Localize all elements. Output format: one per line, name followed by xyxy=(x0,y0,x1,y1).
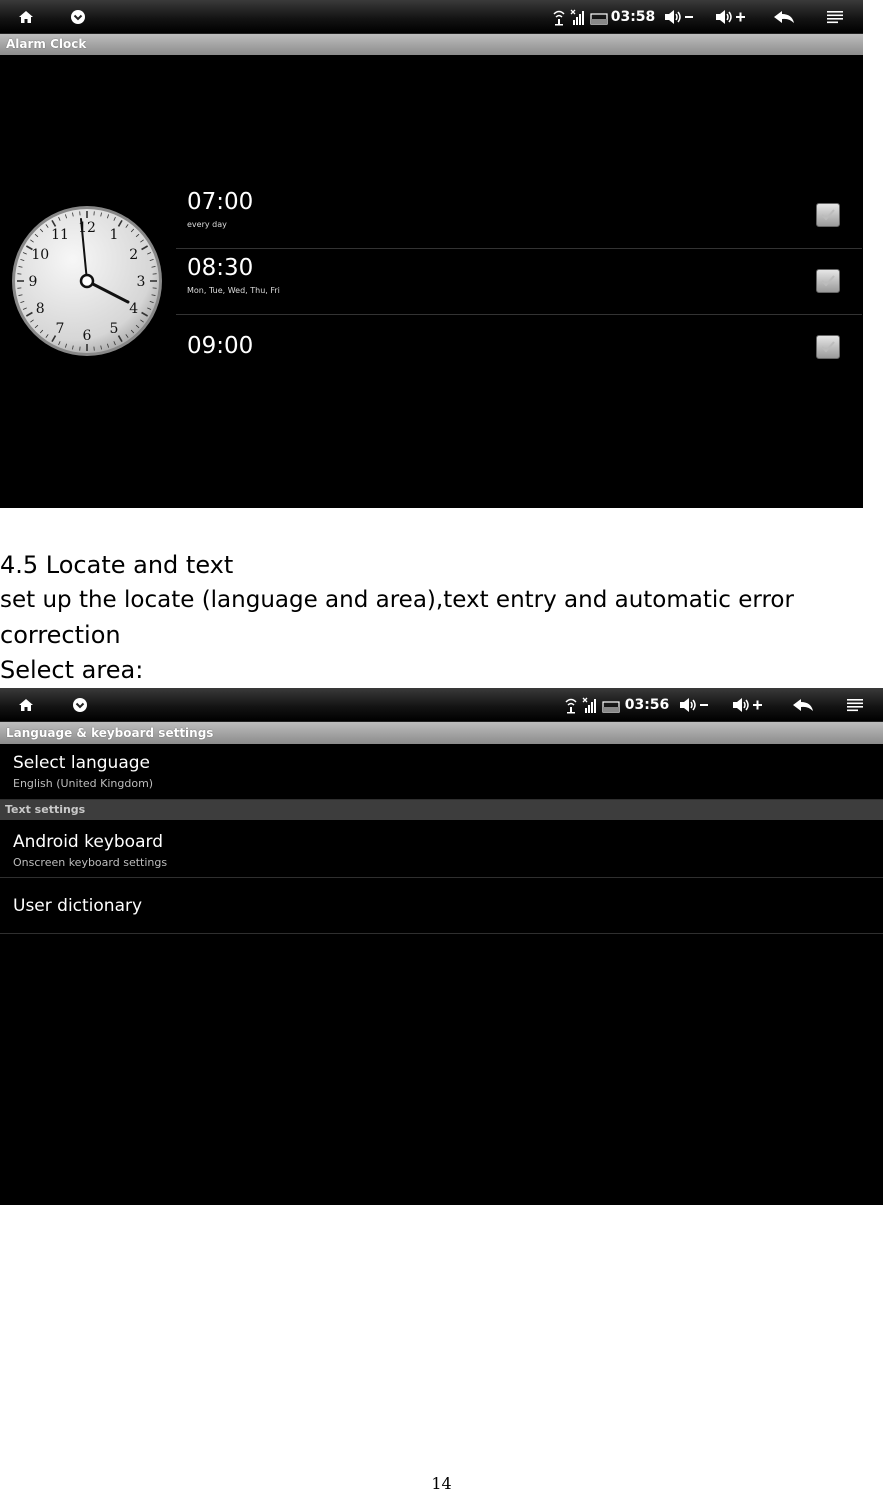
alarm-item[interactable]: 08:30 Mon, Tue, Wed, Thu, Fri xyxy=(176,249,862,315)
body-text-line: correction xyxy=(0,618,121,653)
clock-numeral: 6 xyxy=(83,328,92,344)
volume-down-icon[interactable] xyxy=(676,688,712,721)
clock-numeral: 9 xyxy=(29,274,38,290)
section-heading: 4.5 Locate and text xyxy=(0,548,233,583)
volume-down-icon[interactable] xyxy=(661,0,697,33)
alarm-time: 07:00 xyxy=(187,189,253,215)
checkmark-icon xyxy=(817,204,839,226)
signal-icon xyxy=(549,0,611,33)
alarm-item[interactable]: 07:00 every day xyxy=(176,183,862,249)
home-icon[interactable] xyxy=(12,0,40,33)
section-header: Text settings xyxy=(0,800,883,820)
dropdown-icon[interactable] xyxy=(64,0,92,33)
status-bar: 03:58 xyxy=(0,0,863,34)
clock-numeral: 4 xyxy=(129,301,138,317)
status-time: 03:58 xyxy=(611,0,655,33)
checkmark-icon xyxy=(817,270,839,292)
back-icon[interactable] xyxy=(789,688,817,721)
clock-numeral: 3 xyxy=(137,274,146,290)
alarm-clock-screenshot: 03:58 Alarm Clock 121234567891011 xyxy=(0,0,863,508)
alarm-days: Mon, Tue, Wed, Thu, Fri xyxy=(187,286,280,295)
alarm-enabled-checkbox[interactable] xyxy=(816,335,840,359)
clock-center xyxy=(81,275,93,287)
item-subtitle: Onscreen keyboard settings xyxy=(13,856,167,869)
status-time: 03:56 xyxy=(625,688,669,721)
clock-numeral: 7 xyxy=(56,321,65,337)
volume-up-icon[interactable] xyxy=(712,0,750,33)
clock-numeral: 2 xyxy=(129,247,138,263)
signal-icon xyxy=(561,688,623,721)
app-title: Language & keyboard settings xyxy=(0,722,883,744)
item-title: User dictionary xyxy=(13,896,142,916)
select-language-item[interactable]: Select language English (United Kingdom) xyxy=(0,744,883,800)
android-keyboard-item[interactable]: Android keyboard Onscreen keyboard setti… xyxy=(0,821,883,878)
user-dictionary-item[interactable]: User dictionary xyxy=(0,878,883,934)
page-number: 14 xyxy=(0,1474,883,1493)
alarm-enabled-checkbox[interactable] xyxy=(816,203,840,227)
clock-numeral: 1 xyxy=(110,227,119,243)
alarm-item[interactable]: 09:00 xyxy=(176,315,862,380)
analog-clock[interactable]: 121234567891011 xyxy=(11,205,163,357)
language-settings-screenshot: 03:56 Language & keyboard settings Selec… xyxy=(0,688,883,1205)
back-icon[interactable] xyxy=(770,0,798,33)
item-title: Select language xyxy=(13,753,150,773)
clock-numeral: 11 xyxy=(51,227,69,243)
volume-up-icon[interactable] xyxy=(729,688,767,721)
home-icon[interactable] xyxy=(12,688,40,721)
body-text-line: set up the locate (language and area),te… xyxy=(0,583,794,618)
clock-numeral: 5 xyxy=(110,321,119,337)
clock-numeral: 10 xyxy=(31,247,49,263)
status-bar: 03:56 xyxy=(0,688,883,722)
app-title: Alarm Clock xyxy=(0,34,863,55)
clock-numeral: 8 xyxy=(36,301,45,317)
checkmark-icon xyxy=(817,336,839,358)
menu-icon[interactable] xyxy=(842,688,868,721)
alarm-enabled-checkbox[interactable] xyxy=(816,269,840,293)
menu-icon[interactable] xyxy=(822,0,848,33)
item-subtitle: English (United Kingdom) xyxy=(13,777,153,790)
alarm-time: 09:00 xyxy=(187,333,253,359)
body-text-line: Select area: xyxy=(0,653,143,688)
item-title: Android keyboard xyxy=(13,832,163,852)
alarm-days: every day xyxy=(187,220,227,229)
dropdown-icon[interactable] xyxy=(66,688,94,721)
alarm-time: 08:30 xyxy=(187,255,253,281)
